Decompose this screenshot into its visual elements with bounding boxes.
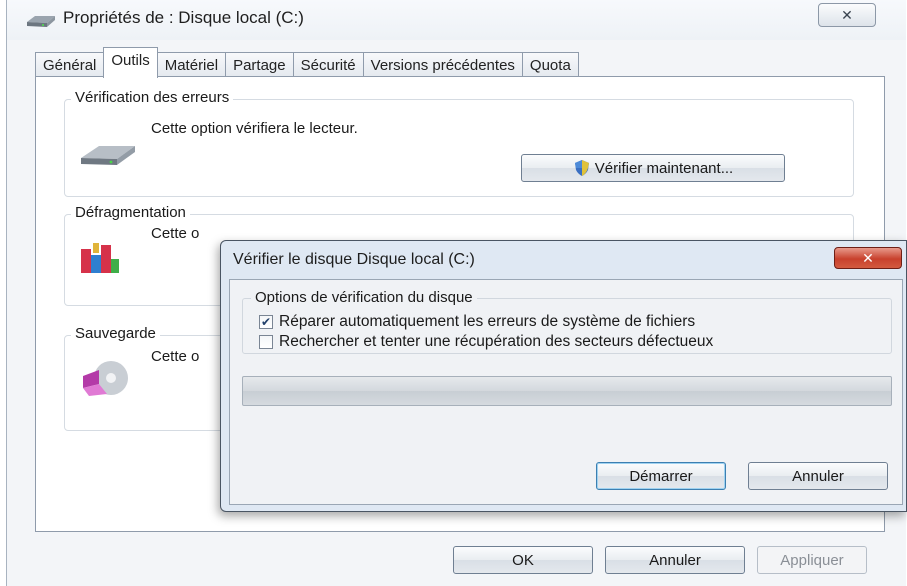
check-options-label: Options de vérification du disque bbox=[251, 289, 477, 306]
tab-previous-versions[interactable]: Versions précédentes bbox=[362, 52, 523, 78]
close-button[interactable]: ✕ bbox=[818, 3, 876, 27]
tab-sharing[interactable]: Partage bbox=[225, 52, 294, 78]
backup-icon bbox=[83, 361, 128, 396]
auto-fix-label: Réparer automatiquement les erreurs de s… bbox=[279, 313, 696, 330]
scan-bad-sectors-option[interactable]: Rechercher et tenter une récupération de… bbox=[259, 333, 713, 351]
tab-general[interactable]: Général bbox=[35, 52, 105, 78]
tab-tools[interactable]: Outils bbox=[103, 47, 158, 78]
defrag-label: Défragmentation bbox=[71, 204, 190, 221]
close-icon: ✕ bbox=[862, 249, 874, 266]
checkmark-icon: ✔ bbox=[260, 315, 272, 329]
dialog-title-bar[interactable]: Vérifier le disque Disque local (C:) ✕ bbox=[221, 241, 906, 279]
title-bar[interactable]: Propriétés de : Disque local (C:) ✕ bbox=[7, 0, 906, 40]
start-button[interactable]: Démarrer bbox=[596, 462, 726, 490]
auto-fix-checkbox[interactable]: ✔ bbox=[259, 315, 273, 329]
dialog-body: Options de vérification du disque ✔ Répa… bbox=[229, 279, 903, 505]
error-checking-group: Vérification des erreurs Cette option vé… bbox=[64, 89, 854, 197]
tab-quota[interactable]: Quota bbox=[521, 52, 579, 78]
check-now-label: Vérifier maintenant... bbox=[594, 159, 734, 177]
progress-bar bbox=[242, 376, 892, 406]
drive-icon bbox=[27, 16, 55, 27]
defrag-icon bbox=[81, 243, 119, 273]
auto-fix-option[interactable]: ✔ Réparer automatiquement les erreurs de… bbox=[259, 313, 695, 331]
scan-bad-sectors-label: Rechercher et tenter une récupération de… bbox=[279, 333, 714, 350]
check-disk-dialog: Vérifier le disque Disque local (C:) ✕ O… bbox=[220, 240, 907, 512]
backup-label: Sauvegarde bbox=[71, 325, 160, 342]
tab-security[interactable]: Sécurité bbox=[292, 52, 364, 78]
dialog-close-button[interactable]: ✕ bbox=[834, 247, 902, 269]
defrag-description: Cette o bbox=[151, 225, 200, 242]
apply-button[interactable]: Appliquer bbox=[757, 546, 867, 574]
ok-button[interactable]: OK bbox=[453, 546, 593, 574]
cancel-button[interactable]: Annuler bbox=[605, 546, 745, 574]
uac-shield-icon bbox=[574, 160, 589, 176]
check-now-button[interactable]: Vérifier maintenant... bbox=[521, 154, 785, 182]
dialog-cancel-button[interactable]: Annuler bbox=[748, 462, 888, 490]
backup-description: Cette o bbox=[151, 348, 200, 365]
tab-hardware[interactable]: Matériel bbox=[156, 52, 227, 78]
error-checking-description: Cette option vérifiera le lecteur. bbox=[151, 120, 358, 137]
scan-bad-sectors-checkbox[interactable] bbox=[259, 335, 273, 349]
tab-strip: Général Outils Matériel Partage Sécurité… bbox=[35, 47, 579, 78]
hard-drive-icon bbox=[81, 146, 135, 165]
dialog-title: Vérifier le disque Disque local (C:) bbox=[233, 251, 475, 268]
check-options-group: Options de vérification du disque ✔ Répa… bbox=[242, 289, 892, 354]
error-checking-label: Vérification des erreurs bbox=[71, 89, 234, 106]
window-title: Propriétés de : Disque local (C:) bbox=[63, 8, 304, 27]
close-icon: ✕ bbox=[841, 6, 853, 23]
